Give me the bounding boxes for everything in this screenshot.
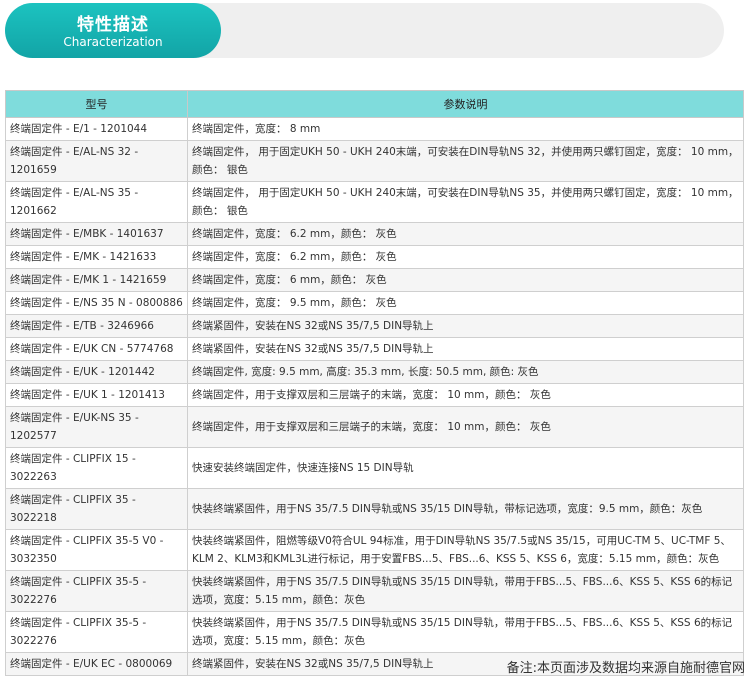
column-header-desc: 参数说明 [187,90,744,118]
cell-description: 终端紧固件，安装在NS 32或NS 35/7,5 DIN导轨上 [187,337,744,361]
cell-description: 终端固定件， 用于固定UKH 50 - UKH 240末端，可安装在DIN导轨N… [187,181,744,223]
table-row: 终端固定件 - E/UK-NS 35 - 1202577 终端固定件，用于支撑双层… [5,406,744,448]
cell-description: 快装终端紧固件，用于NS 35/7.5 DIN导轨或NS 35/15 DIN导轨… [187,570,744,612]
cell-description: 终端紧固件，安装在NS 32或NS 35/7,5 DIN导轨上 [187,314,744,338]
section-subtitle: Characterization [63,35,163,49]
table-row: 终端固定件 - CLIPFIX 35-5 - 3022276 快装终端紧固件，用于… [5,570,744,612]
cell-description: 终端固定件，宽度： 6.2 mm，颜色： 灰色 [187,222,744,246]
section-title: 特性描述 [77,15,149,35]
cell-model: 终端固定件 - E/UK-NS 35 - 1202577 [5,406,188,448]
table-row: 终端固定件 - E/NS 35 N - 0800886 终端固定件，宽度： 9.5… [5,291,744,315]
cell-description: 终端固定件，宽度： 9.5 mm，颜色： 灰色 [187,291,744,315]
cell-description: 终端固定件， 用于固定UKH 50 - UKH 240末端，可安装在DIN导轨N… [187,140,744,182]
table-header-row: 型号 参数说明 [5,90,744,118]
table-row: 终端固定件 - E/TB - 3246966 终端紧固件，安装在NS 32或NS … [5,314,744,338]
cell-model: 终端固定件 - E/UK 1 - 1201413 [5,383,188,407]
cell-description: 快装终端紧固件，阻燃等级V0符合UL 94标准，用于DIN导轨NS 35/7.5… [187,529,744,571]
cell-description: 终端固定件，用于支撑双层和三层端子的末端，宽度： 10 mm，颜色： 灰色 [187,383,744,407]
cell-description: 快速安装终端固定件，快速连接NS 15 DIN导轨 [187,447,744,489]
cell-description: 终端固定件，宽度： 6 mm，颜色： 灰色 [187,268,744,292]
table-body: 终端固定件 - E/1 - 1201044 终端固定件，宽度： 8 mm 终端固定件… [5,117,744,676]
spec-table: 型号 参数说明 终端固定件 - E/1 - 1201044 终端固定件，宽度： 8… [5,90,744,676]
cell-model: 终端固定件 - E/AL-NS 35 - 1201662 [5,181,188,223]
cell-model: 终端固定件 - CLIPFIX 15 - 3022263 [5,447,188,489]
cell-model: 终端固定件 - E/MK 1 - 1421659 [5,268,188,292]
table-row: 终端固定件 - CLIPFIX 15 - 3022263 快速安装终端固定件，快速… [5,447,744,489]
cell-model: 终端固定件 - E/UK - 1201442 [5,360,188,384]
table-row: 终端固定件 - CLIPFIX 35-5 - 3022276 快装终端紧固件，用于… [5,611,744,653]
table-row: 终端固定件 - E/MBK - 1401637 终端固定件，宽度： 6.2 mm，… [5,222,744,246]
column-header-model: 型号 [5,90,188,118]
cell-model: 终端固定件 - E/AL-NS 32 - 1201659 [5,140,188,182]
table-row: 终端固定件 - E/1 - 1201044 终端固定件，宽度： 8 mm [5,117,744,141]
cell-model: 终端固定件 - E/NS 35 N - 0800886 [5,291,188,315]
cell-description: 快装终端紧固件，用于NS 35/7.5 DIN导轨或NS 35/15 DIN导轨… [187,488,744,530]
cell-model: 终端固定件 - CLIPFIX 35-5 - 3022276 [5,570,188,612]
cell-description: 终端固定件, 宽度: 9.5 mm, 高度: 35.3 mm, 长度: 50.5… [187,360,744,384]
cell-model: 终端固定件 - E/1 - 1201044 [5,117,188,141]
table-row: 终端固定件 - CLIPFIX 35 - 3022218 快装终端紧固件，用于NS… [5,488,744,530]
cell-description: 终端固定件，宽度： 8 mm [187,117,744,141]
cell-model: 终端固定件 - E/MK - 1421633 [5,245,188,269]
table-row: 终端固定件 - E/UK 1 - 1201413 终端固定件，用于支撑双层和三层端… [5,383,744,407]
table-row: 终端固定件 - E/MK - 1421633 终端固定件，宽度： 6.2 mm，颜… [5,245,744,269]
cell-description: 终端固定件，用于支撑双层和三层端子的末端，宽度： 10 mm，颜色： 灰色 [187,406,744,448]
cell-model: 终端固定件 - E/TB - 3246966 [5,314,188,338]
table-row: 终端固定件 - E/UK - 1201442 终端固定件, 宽度: 9.5 mm,… [5,360,744,384]
table-row: 终端固定件 - E/MK 1 - 1421659 终端固定件，宽度： 6 mm，颜… [5,268,744,292]
cell-description: 快装终端紧固件，用于NS 35/7.5 DIN导轨或NS 35/15 DIN导轨… [187,611,744,653]
table-row: 终端固定件 - E/UK CN - 5774768 终端紧固件，安装在NS 32或… [5,337,744,361]
cell-model: 终端固定件 - E/MBK - 1401637 [5,222,188,246]
cell-model: 终端固定件 - E/UK EC - 0800069 [5,652,188,676]
table-row: 终端固定件 - E/AL-NS 32 - 1201659 终端固定件， 用于固定U… [5,140,744,182]
table-row: 终端固定件 - CLIPFIX 35-5 V0 - 3032350 快装终端紧固件… [5,529,744,571]
cell-model: 终端固定件 - CLIPFIX 35 - 3022218 [5,488,188,530]
cell-description: 终端固定件，宽度： 6.2 mm，颜色： 灰色 [187,245,744,269]
cell-model: 终端固定件 - CLIPFIX 35-5 - 3022276 [5,611,188,653]
cell-model: 终端固定件 - E/UK CN - 5774768 [5,337,188,361]
footer-note: 备注:本页面涉及数据均来源自施耐德官网 [506,661,745,676]
table-row: 终端固定件 - E/AL-NS 35 - 1201662 终端固定件， 用于固定U… [5,181,744,223]
section-title-pill: 特性描述 Characterization [5,3,221,58]
cell-model: 终端固定件 - CLIPFIX 35-5 V0 - 3032350 [5,529,188,571]
